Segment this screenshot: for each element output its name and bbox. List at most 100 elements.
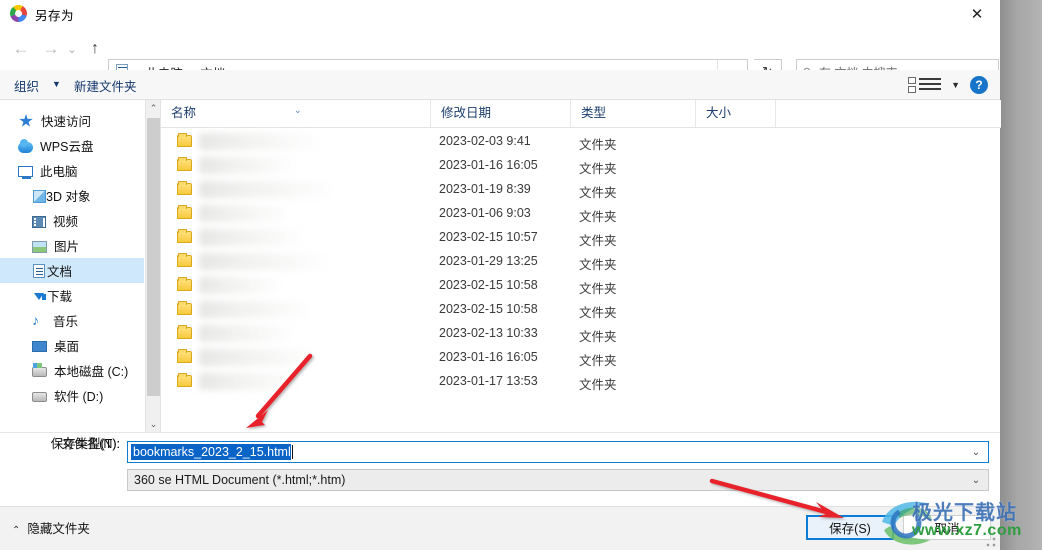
new-folder-button[interactable]: 新建文件夹 <box>74 76 137 95</box>
sidebar-item-4[interactable]: 视频 <box>0 208 144 233</box>
documents-icon <box>33 263 45 278</box>
3d-objects-icon <box>33 189 46 203</box>
sidebar-item-3[interactable]: 3D 对象 <box>0 183 144 208</box>
sidebar-item-10[interactable]: 本地磁盘 (C:) <box>0 358 144 383</box>
sidebar-item-label: 桌面 <box>54 340 80 354</box>
cloud-icon <box>18 138 33 153</box>
file-type-cell: 文件夹 <box>579 210 617 224</box>
arrow-right-icon[interactable]: → <box>38 36 64 62</box>
folder-icon <box>177 181 192 195</box>
organize-button[interactable]: 组织 <box>14 76 39 95</box>
desktop-background <box>1000 0 1042 550</box>
desktop-icon <box>32 341 47 352</box>
table-row[interactable]: 2023-01-16 16:05 文件夹 <box>161 346 1001 370</box>
column-header-name[interactable]: 名称 ⌄ <box>161 100 431 127</box>
sidebar-item-9[interactable]: 桌面 <box>0 333 144 358</box>
sidebar-item-5[interactable]: 图片 <box>0 233 144 258</box>
file-date-cell: 2023-02-03 9:41 <box>439 134 531 148</box>
title-bar: 另存为 ✕ <box>0 0 1000 28</box>
chevron-down-icon[interactable]: ⌄ <box>63 36 81 62</box>
scroll-down-icon[interactable]: ⌄ <box>146 416 160 432</box>
file-date-cell: 2023-02-15 10:58 <box>439 278 538 292</box>
navigation-bar: ← → ⌄ ↑ › 此电脑 › 文档 ⌄ ↻ ⚲ 在 文档 中搜索 <box>0 28 1000 85</box>
save-button[interactable]: 保存(S) <box>806 515 894 540</box>
arrow-up-icon[interactable]: ↑ <box>82 36 108 62</box>
column-header-size[interactable]: 大小 <box>696 100 776 127</box>
resize-grip[interactable] <box>986 537 996 547</box>
file-date-cell: 2023-01-16 16:05 <box>439 158 538 172</box>
chevron-up-icon: ⌃ <box>12 525 21 536</box>
table-row[interactable]: 2023-02-13 10:33 文件夹 <box>161 322 1001 346</box>
table-row[interactable]: 2023-02-15 10:57 文件夹 <box>161 226 1001 250</box>
sort-indicator-icon: ⌄ <box>294 105 302 115</box>
sidebar-item-label: 下载 <box>47 290 73 304</box>
file-type-cell: 文件夹 <box>579 138 617 152</box>
table-row[interactable]: 2023-01-29 13:25 文件夹 <box>161 250 1001 274</box>
file-type-cell: 文件夹 <box>579 354 617 368</box>
disk-d-icon <box>32 392 47 402</box>
folder-icon <box>177 133 192 147</box>
folder-icon <box>177 229 192 243</box>
arrow-left-icon[interactable]: ← <box>8 36 34 62</box>
music-icon: ♪ <box>32 311 39 328</box>
filename-field[interactable]: bookmarks_2023_2_15.html ⌄ <box>127 441 989 463</box>
sidebar-scrollbar[interactable]: ⌃ ⌄ <box>145 100 160 432</box>
chevron-down-icon[interactable]: ⌄ <box>964 475 988 486</box>
table-row[interactable]: 2023-01-06 9:03 文件夹 <box>161 202 1001 226</box>
column-header-type[interactable]: 类型 <box>571 100 696 127</box>
sidebar-item-8[interactable]: ♪ 音乐 <box>0 308 144 333</box>
file-type-cell: 文件夹 <box>579 186 617 200</box>
file-rows: 2023-02-03 9:41 文件夹 2023-01-16 16:05 文件夹 202… <box>161 130 1001 394</box>
file-type-cell: 文件夹 <box>579 306 617 320</box>
sidebar-item-2[interactable]: 此电脑 <box>0 158 144 183</box>
sidebar-item-1[interactable]: WPS云盘 <box>0 133 144 158</box>
filename-input[interactable]: bookmarks_2023_2_15.html <box>131 444 291 460</box>
folder-icon <box>177 277 192 291</box>
sidebar-item-label: 本地磁盘 (C:) <box>54 365 129 379</box>
browser-logo-icon <box>10 5 27 22</box>
file-name-cell <box>199 253 325 270</box>
filetype-value: 360 se HTML Document (*.html;*.htm) <box>134 473 346 487</box>
table-row[interactable]: 2023-02-15 10:58 文件夹 <box>161 298 1001 322</box>
file-type-cell: 文件夹 <box>579 162 617 176</box>
pictures-icon <box>32 240 47 253</box>
chevron-down-icon[interactable]: ▼ <box>951 80 960 90</box>
chevron-down-icon[interactable]: ▼ <box>52 79 61 89</box>
file-date-cell: 2023-01-29 13:25 <box>439 254 538 268</box>
sidebar-item-6[interactable]: 文档 <box>0 258 144 283</box>
column-header-date[interactable]: 修改日期 <box>431 100 571 127</box>
table-row[interactable]: 2023-02-15 10:58 文件夹 <box>161 274 1001 298</box>
sidebar-item-0[interactable]: 快速访问 <box>0 108 144 133</box>
file-name-cell <box>199 157 295 174</box>
sidebar-item-label: 视频 <box>53 215 79 229</box>
star-quick-access-icon <box>19 114 33 127</box>
table-row[interactable]: 2023-01-16 16:05 文件夹 <box>161 154 1001 178</box>
filetype-select[interactable]: 360 se HTML Document (*.html;*.htm) ⌄ <box>127 469 989 491</box>
column-header-name-label: 名称 <box>171 106 197 120</box>
file-date-cell: 2023-01-17 13:53 <box>439 374 538 388</box>
sidebar-item-label: 3D 对象 <box>46 190 91 204</box>
videos-icon <box>32 215 46 228</box>
sidebar-item-label: 音乐 <box>53 315 79 329</box>
cancel-button[interactable]: 取消 <box>903 515 991 540</box>
list-view-icon[interactable] <box>908 77 942 94</box>
chevron-down-icon[interactable]: ⌄ <box>964 447 988 458</box>
save-as-dialog: 另存为 ✕ ← → ⌄ ↑ › 此电脑 › 文档 ⌄ ↻ ⚲ 在 文档 中搜索 <box>0 0 1001 550</box>
sidebar-item-7[interactable]: 下载 <box>0 283 144 308</box>
sidebar-item-label: 快速访问 <box>41 115 92 129</box>
file-type-cell: 文件夹 <box>579 378 617 392</box>
column-header-filler <box>776 100 1001 127</box>
window-title: 另存为 <box>35 9 75 23</box>
file-date-cell: 2023-01-06 9:03 <box>439 206 531 220</box>
table-row[interactable]: 2023-01-19 8:39 文件夹 <box>161 178 1001 202</box>
file-date-cell: 2023-02-15 10:57 <box>439 230 538 244</box>
scroll-up-icon[interactable]: ⌃ <box>146 100 160 116</box>
table-row[interactable]: 2023-01-17 13:53 文件夹 <box>161 370 1001 394</box>
table-row[interactable]: 2023-02-03 9:41 文件夹 <box>161 130 1001 154</box>
sidebar-item-11[interactable]: 软件 (D:) <box>0 383 144 408</box>
help-icon[interactable]: ? <box>970 76 988 94</box>
hide-folders-toggle[interactable]: ⌃ 隐藏文件夹 <box>12 518 90 537</box>
file-name-cell <box>199 205 287 222</box>
scrollbar-thumb[interactable] <box>147 118 160 396</box>
close-icon[interactable]: ✕ <box>954 0 1000 28</box>
